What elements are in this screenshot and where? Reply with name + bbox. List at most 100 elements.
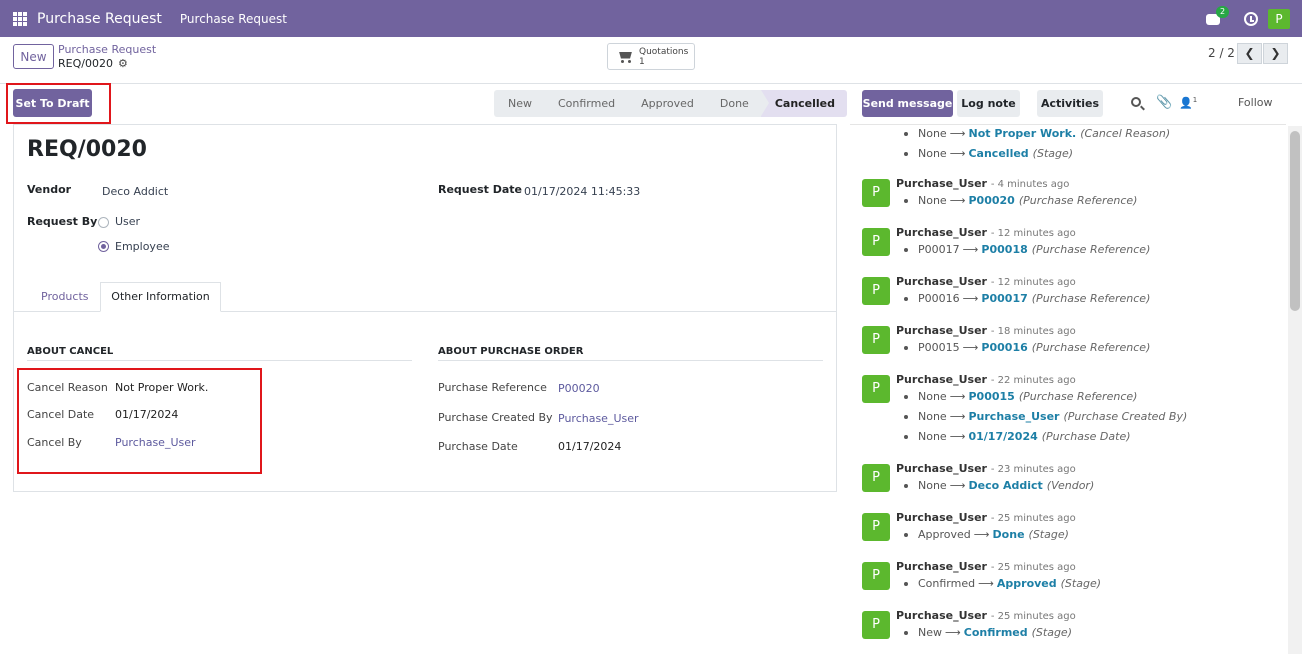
- new-value[interactable]: Purchase_User: [968, 410, 1059, 423]
- author-name[interactable]: Purchase_User: [896, 373, 987, 386]
- message-author[interactable]: Purchase_User - 25 minutes ago: [896, 511, 1076, 524]
- new-value[interactable]: P00015: [968, 390, 1014, 403]
- message-author[interactable]: Purchase_User - 25 minutes ago: [896, 609, 1076, 622]
- stage-approved[interactable]: Approved: [627, 90, 714, 117]
- new-value[interactable]: Confirmed: [964, 626, 1028, 639]
- breadcrumb-parent[interactable]: Purchase Request: [58, 43, 156, 56]
- apps-grid-icon[interactable]: [13, 11, 27, 26]
- old-value: P00015: [918, 341, 960, 354]
- field-name: (Stage): [1032, 147, 1074, 160]
- author-avatar[interactable]: P: [862, 513, 890, 541]
- menu-item-purchase-request[interactable]: Purchase Request: [180, 12, 287, 26]
- tracking-change: P00016 ⟶ P00017 (Purchase Reference): [904, 292, 1150, 305]
- new-value[interactable]: Not Proper Work.: [968, 127, 1076, 140]
- tracking-change: P00015 ⟶ P00016 (Purchase Reference): [904, 341, 1150, 354]
- author-name[interactable]: Purchase_User: [896, 511, 987, 524]
- author-name[interactable]: Purchase_User: [896, 275, 987, 288]
- stage-cancelled[interactable]: Cancelled: [760, 90, 848, 117]
- author-avatar[interactable]: P: [862, 277, 890, 305]
- new-value[interactable]: Approved: [997, 577, 1057, 590]
- old-value: Confirmed: [918, 577, 976, 590]
- purchase-date-label: Purchase Date: [438, 440, 518, 453]
- chatter-scrollbar-thumb[interactable]: [1290, 131, 1300, 311]
- message-author[interactable]: Purchase_User - 22 minutes ago: [896, 373, 1076, 386]
- new-value[interactable]: P00020: [968, 194, 1014, 207]
- old-value: Approved: [918, 528, 971, 541]
- author-avatar[interactable]: P: [862, 326, 890, 354]
- purchase-created-by-link[interactable]: Purchase_User: [558, 412, 639, 425]
- arrow-right-icon: ⟶: [945, 626, 961, 639]
- radio-user[interactable]: [98, 217, 109, 228]
- stage-confirmed[interactable]: Confirmed: [544, 90, 636, 117]
- new-value[interactable]: Cancelled: [968, 147, 1028, 160]
- author-name[interactable]: Purchase_User: [896, 462, 987, 475]
- new-value[interactable]: P00017: [981, 292, 1027, 305]
- activities-button[interactable]: Activities: [1037, 90, 1103, 117]
- tab-other-information[interactable]: Other Information: [100, 282, 221, 312]
- author-avatar[interactable]: P: [862, 375, 890, 403]
- message-time: - 23 minutes ago: [990, 464, 1076, 475]
- followers-icon[interactable]: 👤1: [1179, 96, 1197, 110]
- arrow-right-icon: ⟶: [973, 528, 990, 541]
- field-name: (Purchase Reference): [1031, 341, 1151, 354]
- author-name[interactable]: Purchase_User: [896, 324, 987, 337]
- log-note-button[interactable]: Log note: [957, 90, 1020, 117]
- new-value[interactable]: 01/17/2024: [968, 430, 1037, 443]
- author-name[interactable]: Purchase_User: [896, 177, 987, 190]
- author-avatar[interactable]: P: [862, 611, 890, 639]
- author-name[interactable]: Purchase_User: [896, 609, 987, 622]
- message-author[interactable]: Purchase_User - 4 minutes ago: [896, 177, 1069, 190]
- tab-products[interactable]: Products: [41, 290, 89, 303]
- new-value[interactable]: Done: [993, 528, 1025, 541]
- arrow-right-icon: ⟶: [949, 127, 966, 140]
- arrow-right-icon: ⟶: [949, 410, 966, 423]
- field-name: (Stage): [1028, 528, 1069, 541]
- author-avatar[interactable]: P: [862, 562, 890, 590]
- purchase-date-field[interactable]: 01/17/2024: [558, 440, 621, 453]
- user-avatar[interactable]: P: [1268, 8, 1290, 29]
- message-time: - 18 minutes ago: [990, 326, 1076, 337]
- arrow-right-icon: ⟶: [949, 194, 966, 207]
- bullet-icon: [904, 199, 908, 203]
- tracking-change: None ⟶ Deco Addict (Vendor): [904, 479, 1094, 492]
- arrow-right-icon: ⟶: [949, 390, 966, 403]
- stage-new[interactable]: New: [494, 90, 552, 117]
- messages-icon[interactable]: 2: [1206, 5, 1230, 26]
- new-value[interactable]: P00016: [981, 341, 1027, 354]
- tracking-change: None ⟶ 01/17/2024 (Purchase Date): [904, 430, 1131, 443]
- gear-icon[interactable]: ⚙: [118, 57, 128, 70]
- tracking-change: Confirmed ⟶ Approved (Stage): [904, 577, 1101, 590]
- field-name: (Purchase Date): [1041, 430, 1131, 443]
- send-message-button[interactable]: Send message: [862, 90, 953, 117]
- message-author[interactable]: Purchase_User - 23 minutes ago: [896, 462, 1076, 475]
- message-time: - 25 minutes ago: [990, 513, 1076, 524]
- message-author[interactable]: Purchase_User - 12 minutes ago: [896, 275, 1076, 288]
- activity-clock-icon[interactable]: [1244, 11, 1258, 26]
- author-name[interactable]: Purchase_User: [896, 560, 987, 573]
- new-value[interactable]: P00018: [981, 243, 1027, 256]
- bullet-icon: [904, 132, 908, 136]
- message-author[interactable]: Purchase_User - 12 minutes ago: [896, 226, 1076, 239]
- attachment-icon[interactable]: 📎: [1156, 95, 1172, 110]
- author-name[interactable]: Purchase_User: [896, 226, 987, 239]
- record-title: REQ/0020: [27, 137, 147, 162]
- radio-employee[interactable]: [98, 241, 109, 252]
- purchase-reference-link[interactable]: P00020: [558, 382, 600, 395]
- request-date-field[interactable]: 01/17/2024 11:45:33: [524, 185, 640, 198]
- author-avatar[interactable]: P: [862, 179, 890, 207]
- new-button[interactable]: New: [13, 44, 54, 69]
- quotations-smart-button[interactable]: Quotations 1: [607, 43, 695, 70]
- follow-button[interactable]: Follow: [1238, 96, 1273, 109]
- author-avatar[interactable]: P: [862, 464, 890, 492]
- new-value[interactable]: Deco Addict: [968, 479, 1042, 492]
- pager-previous-button[interactable]: ❮: [1237, 43, 1262, 64]
- stage-done[interactable]: Done: [705, 90, 769, 117]
- arrow-right-icon: ⟶: [962, 341, 979, 354]
- pager-next-button[interactable]: ❯: [1263, 43, 1288, 64]
- message-author[interactable]: Purchase_User - 25 minutes ago: [896, 560, 1076, 573]
- author-avatar[interactable]: P: [862, 228, 890, 256]
- vendor-field[interactable]: Deco Addict: [102, 185, 168, 198]
- search-icon[interactable]: [1131, 97, 1141, 107]
- app-name[interactable]: Purchase Request: [37, 11, 162, 27]
- message-author[interactable]: Purchase_User - 18 minutes ago: [896, 324, 1076, 337]
